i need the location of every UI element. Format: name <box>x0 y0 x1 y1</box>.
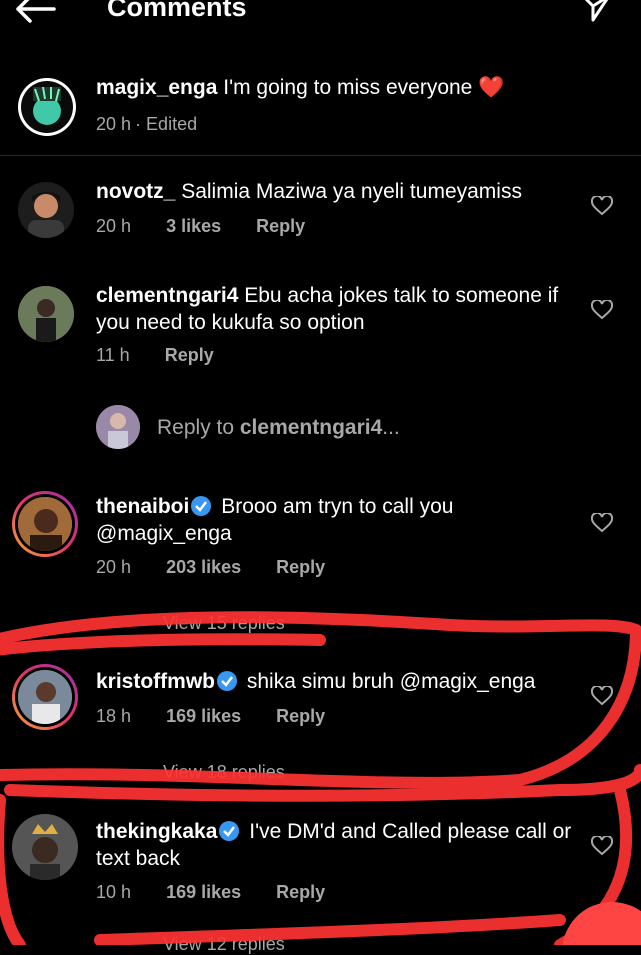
comment-row: kristoffmwb shika simu bruh @magix_enga … <box>0 664 641 784</box>
heart-icon[interactable] <box>590 511 614 538</box>
comment-text: Salimia Maziwa ya nyeli tumeyamiss <box>181 180 522 203</box>
header: Comments <box>0 0 641 40</box>
reply-suffix: ... <box>382 416 400 439</box>
caption: magix_enga I'm going to miss everyone ❤️… <box>0 74 641 144</box>
avatar[interactable] <box>18 286 74 342</box>
comment-text: shika simu bruh @magix_enga <box>246 670 536 693</box>
reply-prefix: Reply to <box>157 416 240 439</box>
edited-label: Edited <box>146 114 198 134</box>
reply-button[interactable]: Reply <box>276 882 325 902</box>
avatar[interactable] <box>18 78 76 136</box>
avatar <box>96 405 140 449</box>
view-replies-link[interactable]: View 15 replies <box>163 613 285 634</box>
arrow-left-icon[interactable] <box>14 0 56 29</box>
reply-composer[interactable]: Reply to clementngari4... <box>0 405 641 455</box>
reply-button[interactable]: Reply <box>276 706 325 726</box>
comment-time: 10 h <box>96 882 132 902</box>
heart-icon[interactable] <box>590 834 614 861</box>
likes-count[interactable]: 169 likes <box>166 882 241 902</box>
avatar[interactable] <box>12 664 78 730</box>
reply-button[interactable]: Reply <box>165 345 214 365</box>
verified-icon <box>217 671 238 691</box>
comment-username[interactable]: thekingkaka <box>96 820 217 843</box>
comment-row: thekingkaka I've DM'd and Called please … <box>0 814 641 954</box>
view-replies-link[interactable]: View 18 replies <box>163 762 285 783</box>
comment-username[interactable]: clementngari4 <box>96 284 238 307</box>
comment-username[interactable]: kristoffmwb <box>96 670 215 693</box>
reply-username: clementngari4 <box>239 416 383 439</box>
avatar[interactable] <box>18 182 74 238</box>
comment-username[interactable]: novotz_ <box>96 180 175 203</box>
comment-time: 11 h <box>96 345 130 365</box>
comment-time: 18 h <box>96 706 132 726</box>
comment-time: 20 h <box>96 216 132 236</box>
heart-icon[interactable] <box>590 684 614 711</box>
divider <box>0 155 641 156</box>
comment-username[interactable]: magix_enga <box>96 76 217 99</box>
reply-button[interactable]: Reply <box>256 216 305 236</box>
comment-row: clementngari4 Ebu acha jokes talk to som… <box>0 282 641 372</box>
comment-time: 20 h <box>96 114 132 134</box>
avatar[interactable] <box>12 491 78 557</box>
verified-icon <box>191 496 212 516</box>
heart-icon[interactable] <box>590 194 614 221</box>
comment-row: thenaiboi Brooo am tryn to call you @mag… <box>0 491 641 634</box>
heart-emoji: ❤️ <box>478 76 505 99</box>
likes-count[interactable]: 169 likes <box>166 706 241 726</box>
page-title: Comments <box>107 0 247 22</box>
likes-count[interactable]: 203 likes <box>166 557 241 577</box>
comment-username[interactable]: thenaiboi <box>96 495 189 518</box>
verified-icon <box>219 821 240 841</box>
heart-icon[interactable] <box>590 298 614 325</box>
comment-row: novotz_ Salimia Maziwa ya nyeli tumeyami… <box>0 178 641 248</box>
send-icon[interactable] <box>581 0 611 27</box>
comment-time: 20 h <box>96 557 132 577</box>
avatar[interactable] <box>12 814 78 880</box>
likes-count[interactable]: 3 likes <box>166 216 221 236</box>
reply-button[interactable]: Reply <box>276 557 325 577</box>
comment-text: I'm going to miss everyone <box>223 76 473 99</box>
